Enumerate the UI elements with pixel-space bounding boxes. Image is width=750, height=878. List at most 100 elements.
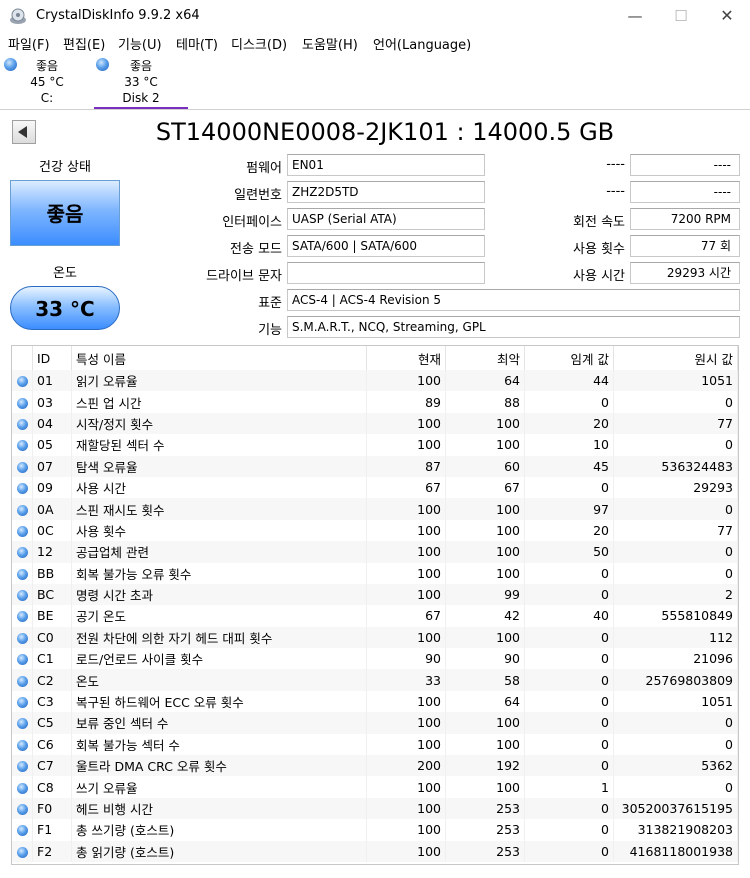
status-cell bbox=[12, 562, 33, 584]
temperature-button[interactable]: 33 °C bbox=[10, 286, 120, 330]
status-cell bbox=[12, 498, 33, 520]
attr-worst: 100 bbox=[445, 626, 525, 649]
attr-name: 쓰기 오류율 bbox=[71, 776, 367, 798]
menu-theme[interactable]: 테마(T) bbox=[176, 34, 218, 53]
table-row[interactable]: 07 탐색 오류율 87 60 45 536324483 bbox=[12, 455, 738, 477]
attr-worst: 100 bbox=[445, 776, 525, 798]
table-row[interactable]: C0 전원 차단에 의한 자기 헤드 대피 횟수 100 100 0 112 bbox=[12, 626, 738, 649]
attr-raw: 29293 bbox=[613, 476, 738, 499]
menu-disk[interactable]: 디스크(D) bbox=[231, 34, 287, 53]
status-cell bbox=[12, 412, 33, 435]
attr-current: 33 bbox=[366, 669, 446, 691]
smart-attributes-table[interactable]: ID 특성 이름 현재 최악 임계 값 원시 값 01 읽기 오류율 100 64 44… bbox=[11, 345, 739, 865]
column-header-worst[interactable]: 최악 bbox=[445, 346, 525, 370]
menu-help[interactable]: 도움말(H) bbox=[302, 34, 358, 53]
status-cell bbox=[12, 712, 33, 734]
status-cell bbox=[12, 669, 33, 691]
attr-raw: 21096 bbox=[613, 648, 738, 670]
close-button[interactable]: ✕ bbox=[704, 0, 750, 32]
column-header-id[interactable]: ID bbox=[32, 346, 72, 370]
table-row[interactable]: C5 보류 중인 섹터 수 100 100 0 0 bbox=[12, 712, 738, 734]
table-row[interactable]: F2 총 읽기량 (호스트) 100 253 0 4168118001938 bbox=[12, 840, 738, 862]
menu-language[interactable]: 언어(Language) bbox=[373, 34, 471, 53]
menu-edit[interactable]: 편집(E) bbox=[63, 34, 105, 53]
attr-worst: 64 bbox=[445, 370, 525, 392]
attr-id: C8 bbox=[32, 776, 72, 798]
attr-worst: 100 bbox=[445, 519, 525, 542]
status-good-icon bbox=[16, 440, 28, 452]
table-row[interactable]: F0 헤드 비행 시간 100 253 0 30520037615195 bbox=[12, 797, 738, 820]
status-cell bbox=[12, 476, 33, 499]
blank-field: ---- bbox=[630, 181, 740, 203]
minimize-button[interactable]: — bbox=[612, 0, 658, 32]
attr-raw: 1051 bbox=[613, 370, 738, 392]
attr-raw: 25769803809 bbox=[613, 669, 738, 691]
attr-current: 89 bbox=[366, 391, 446, 413]
attr-name: 읽기 오류율 bbox=[71, 370, 367, 392]
column-header-threshold[interactable]: 임계 값 bbox=[524, 346, 614, 370]
status-cell bbox=[12, 797, 33, 820]
table-row[interactable]: 01 읽기 오류율 100 64 44 1051 bbox=[12, 370, 738, 392]
table-row[interactable]: 04 시작/정지 횟수 100 100 20 77 bbox=[12, 412, 738, 435]
attr-threshold: 0 bbox=[524, 669, 614, 691]
table-row[interactable]: C3 복구된 하드웨어 ECC 오류 횟수 100 64 0 1051 bbox=[12, 690, 738, 713]
attr-name: 공기 온도 bbox=[71, 605, 367, 627]
attr-current: 100 bbox=[366, 498, 446, 520]
table-row[interactable]: C1 로드/언로드 사이클 횟수 90 90 0 21096 bbox=[12, 648, 738, 670]
column-header-status[interactable] bbox=[12, 346, 33, 370]
attr-name: 로드/언로드 사이클 횟수 bbox=[71, 648, 367, 670]
column-header-current[interactable]: 현재 bbox=[366, 346, 446, 370]
attr-raw: 555810849 bbox=[613, 605, 738, 627]
attr-id: 0A bbox=[32, 498, 72, 520]
table-row[interactable]: C2 온도 33 58 0 25769803809 bbox=[12, 669, 738, 691]
status-good-icon bbox=[16, 568, 28, 580]
attr-name: 울트라 DMA CRC 오류 횟수 bbox=[71, 755, 367, 777]
serial-field: ZHZ2D5TD bbox=[287, 181, 485, 203]
attr-current: 100 bbox=[366, 733, 446, 756]
column-header-name[interactable]: 특성 이름 bbox=[71, 346, 367, 370]
attr-id: C3 bbox=[32, 690, 72, 713]
attr-name: 복구된 하드웨어 ECC 오류 횟수 bbox=[71, 690, 367, 713]
attr-name: 공급업체 관련 bbox=[71, 541, 367, 563]
table-row[interactable]: BC 명령 시간 초과 100 99 0 2 bbox=[12, 583, 738, 606]
attr-current: 90 bbox=[366, 648, 446, 670]
table-row[interactable]: 0A 스핀 재시도 횟수 100 100 97 0 bbox=[12, 498, 738, 520]
table-row[interactable]: 09 사용 시간 67 67 0 29293 bbox=[12, 476, 738, 499]
attr-worst: 42 bbox=[445, 605, 525, 627]
attr-name: 회복 불가능 오류 횟수 bbox=[71, 562, 367, 584]
attr-name: 총 읽기량 (호스트) bbox=[71, 840, 367, 862]
table-row[interactable]: 03 스핀 업 시간 89 88 0 0 bbox=[12, 391, 738, 413]
attr-current: 67 bbox=[366, 605, 446, 627]
table-row[interactable]: C7 울트라 DMA CRC 오류 횟수 200 192 0 5362 bbox=[12, 755, 738, 777]
status-cell bbox=[12, 776, 33, 798]
maximize-button[interactable]: ☐ bbox=[658, 0, 704, 32]
attr-threshold: 0 bbox=[524, 391, 614, 413]
attr-id: C1 bbox=[32, 648, 72, 670]
disk-tab-c[interactable]: 좋음 45 °C C: bbox=[0, 55, 94, 107]
menu-function[interactable]: 기능(U) bbox=[118, 34, 162, 53]
table-row[interactable]: BB 회복 불가능 오류 횟수 100 100 0 0 bbox=[12, 562, 738, 584]
rotation-label: 회전 속도 bbox=[573, 215, 625, 230]
attr-threshold: 40 bbox=[524, 605, 614, 627]
transfer-mode-field: SATA/600 | SATA/600 bbox=[287, 235, 485, 257]
attr-id: 01 bbox=[32, 370, 72, 392]
disk-tab-disk2[interactable]: 좋음 33 °C Disk 2 bbox=[94, 55, 188, 109]
attr-raw: 0 bbox=[613, 434, 738, 456]
health-status-button[interactable]: 좋음 bbox=[10, 180, 120, 246]
column-header-raw[interactable]: 원시 값 bbox=[613, 346, 738, 370]
blank-field: ---- bbox=[630, 154, 740, 176]
status-cell bbox=[12, 626, 33, 649]
status-good-icon bbox=[16, 804, 28, 815]
table-row[interactable]: BE 공기 온도 67 42 40 555810849 bbox=[12, 605, 738, 627]
table-row[interactable]: 05 재할당된 섹터 수 100 100 10 0 bbox=[12, 434, 738, 456]
table-row[interactable]: 12 공급업체 관련 100 100 50 0 bbox=[12, 541, 738, 563]
table-row[interactable]: F1 총 쓰기량 (호스트) 100 253 0 313821908203 bbox=[12, 819, 738, 841]
table-row[interactable]: C6 회복 불가능 섹터 수 100 100 0 0 bbox=[12, 733, 738, 756]
attr-worst: 253 bbox=[445, 797, 525, 820]
status-good-icon bbox=[16, 675, 28, 687]
table-row[interactable]: 0C 사용 횟수 100 100 20 77 bbox=[12, 519, 738, 542]
attr-raw: 0 bbox=[613, 562, 738, 584]
table-row[interactable]: C8 쓰기 오류율 100 100 1 0 bbox=[12, 776, 738, 798]
attr-threshold: 0 bbox=[524, 712, 614, 734]
menu-file[interactable]: 파일(F) bbox=[8, 34, 50, 53]
